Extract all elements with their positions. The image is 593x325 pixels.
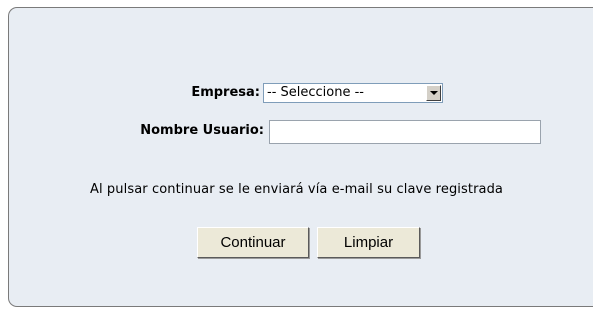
login-panel [8, 7, 593, 307]
limpiar-button[interactable]: Limpiar [317, 227, 420, 258]
empresa-label: Empresa: [191, 85, 260, 100]
nombre-usuario-input[interactable] [269, 120, 541, 144]
nombre-usuario-label: Nombre Usuario: [140, 123, 264, 138]
chevron-down-icon[interactable] [426, 85, 441, 101]
empresa-select[interactable]: -- Seleccione -- [263, 83, 443, 103]
continuar-button[interactable]: Continuar [197, 227, 309, 258]
empresa-select-value: -- Seleccione -- [267, 85, 364, 100]
info-note: Al pulsar continuar se le enviará vía e-… [89, 182, 504, 197]
